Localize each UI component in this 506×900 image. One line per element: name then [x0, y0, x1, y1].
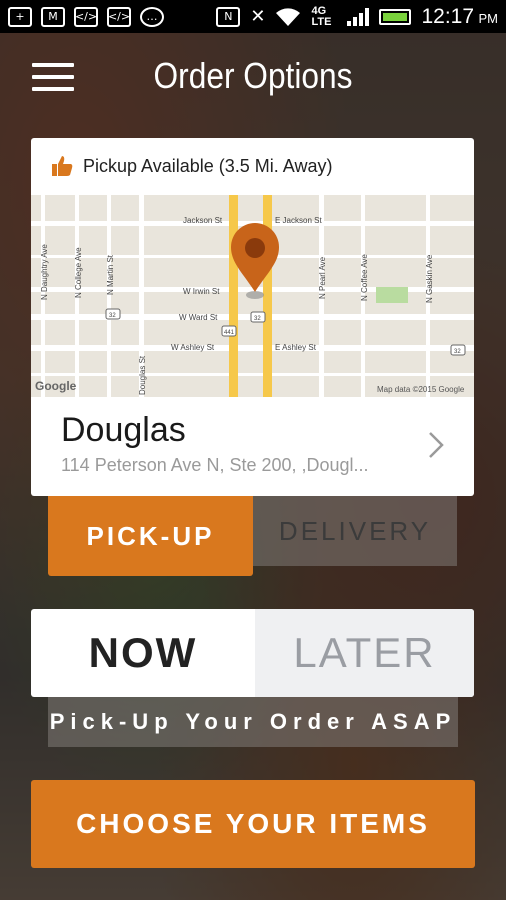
store-name: Douglas [61, 411, 186, 449]
svg-text:W Ward St: W Ward St [179, 313, 218, 322]
svg-text:N Gaskin Ave: N Gaskin Ave [425, 254, 434, 303]
chevron-right-icon [429, 432, 444, 458]
top-bar: Order Options [0, 33, 506, 125]
page-title: Order Options [153, 55, 353, 96]
svg-text:E Ashley St: E Ashley St [275, 343, 317, 352]
location-card: Pickup Available (3.5 Mi. Away) Jackson … [31, 138, 474, 496]
network-type: 4G LTE [311, 4, 332, 28]
svg-text:N Pearl Ave: N Pearl Ave [318, 256, 327, 299]
svg-text:N Daughtry Ave: N Daughtry Ave [40, 244, 49, 300]
store-map[interactable]: Jackson St E Jackson St W Irwin St W War… [31, 195, 474, 397]
google-logo: Google [35, 379, 77, 393]
availability-row: Pickup Available (3.5 Mi. Away) [31, 138, 474, 194]
code-icon: </> [107, 6, 131, 27]
store-selector[interactable]: Douglas 114 Peterson Ave N, Ste 200, ,Do… [31, 397, 474, 496]
choose-items-button[interactable]: CHOOSE YOUR ITEMS [31, 780, 475, 868]
svg-text:N Coffee Ave: N Coffee Ave [360, 254, 369, 301]
wifi-icon [276, 7, 301, 26]
signal-icon [347, 7, 370, 26]
status-bar: + M </> </> … N ✕ 4G LTE 12:17 PM [0, 0, 506, 33]
svg-text:W Ashley St: W Ashley St [171, 343, 215, 352]
notification-icons: + M </> </> … [8, 6, 164, 27]
svg-text:N College Ave: N College Ave [74, 247, 83, 298]
plus-icon: + [8, 6, 32, 27]
svg-text:N Martin St: N Martin St [106, 254, 115, 295]
svg-text:Jackson St: Jackson St [183, 216, 223, 225]
mute-icon: ✕ [250, 6, 266, 26]
svg-text:W Irwin St: W Irwin St [183, 287, 220, 296]
system-icons: N ✕ 4G LTE 12:17 PM [216, 5, 498, 29]
tab-delivery[interactable]: DELIVERY [253, 496, 457, 566]
tab-later[interactable]: LATER [255, 609, 474, 697]
tab-now[interactable]: NOW [31, 609, 255, 697]
battery-icon [379, 8, 412, 25]
order-type-toggle: PICK-UP DELIVERY [48, 496, 457, 576]
clock: 12:17 PM [421, 5, 498, 29]
gmail-icon: M [41, 6, 65, 27]
timing-message: Pick-Up Your Order ASAP [48, 697, 458, 747]
map-graphic: Jackson St E Jackson St W Irwin St W War… [31, 195, 474, 397]
timing-toggle: NOW LATER [31, 609, 474, 697]
svg-text:E Jackson St: E Jackson St [275, 216, 322, 225]
thumbs-up-icon [52, 156, 73, 176]
svg-text:32: 32 [109, 313, 116, 319]
availability-text: Pickup Available (3.5 Mi. Away) [83, 155, 333, 176]
tab-pickup[interactable]: PICK-UP [48, 496, 253, 576]
map-attribution: Map data ©2015 Google [377, 385, 465, 394]
svg-text:32: 32 [454, 349, 461, 355]
clock-time: 12:17 [421, 4, 475, 28]
chat-icon: … [140, 6, 164, 27]
svg-text:32: 32 [254, 316, 261, 322]
code-icon: </> [74, 6, 98, 27]
svg-text:Douglas St: Douglas St [138, 355, 147, 395]
svg-text:441: 441 [224, 330, 235, 336]
clock-ampm: PM [478, 10, 499, 26]
nfc-icon: N [216, 6, 241, 27]
store-address: 114 Peterson Ave N, Ste 200, ,Dougl... [61, 455, 369, 475]
